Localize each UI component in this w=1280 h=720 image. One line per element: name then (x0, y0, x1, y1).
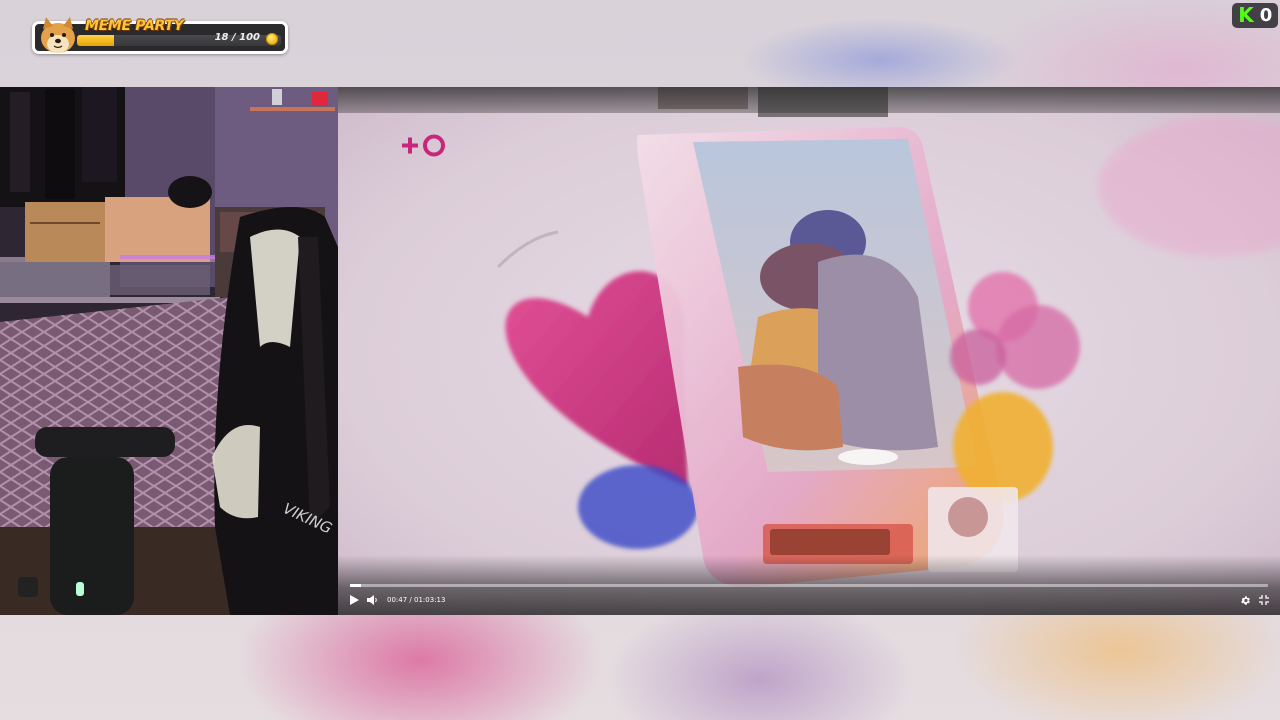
meme-party-widget: MEME PARTY 18 / 100 (32, 17, 288, 54)
webcam-scene: VIKING (0, 87, 338, 615)
stream-overlay: MEME PARTY 18 / 100 K 0 VIKING 00:47 / 0… (0, 0, 1280, 720)
play-icon (349, 595, 359, 605)
kick-logo-icon: K (1238, 3, 1254, 27)
video-player[interactable]: 00:47 / 01:03:13 (338, 87, 1280, 615)
webcam-feed: VIKING (0, 87, 338, 615)
kick-count: 0 (1259, 5, 1273, 26)
time-separator: / (409, 596, 412, 604)
volume-icon (367, 595, 377, 605)
doge-icon (41, 17, 75, 53)
meme-count: 18 / 100 (214, 32, 260, 43)
player-top-bar (338, 87, 1280, 113)
duration: 01:03:13 (414, 596, 446, 604)
exit-fullscreen-icon (1259, 595, 1269, 605)
volume-button[interactable] (366, 593, 379, 607)
video-frame (338, 87, 1280, 615)
gear-icon (1240, 595, 1250, 605)
play-button[interactable] (348, 593, 360, 607)
seek-bar[interactable] (350, 584, 1268, 587)
coin-icon (266, 33, 278, 45)
meme-party-title: MEME PARTY (85, 18, 184, 34)
current-time: 00:47 (387, 596, 408, 604)
seek-bar-played (350, 584, 362, 587)
exit-fullscreen-button[interactable] (1257, 593, 1271, 607)
kick-viewer-badge: K 0 (1232, 3, 1278, 28)
plus-ring-icon (402, 134, 445, 157)
time-display: 00:47 / 01:03:13 (387, 595, 445, 605)
settings-button[interactable] (1238, 593, 1252, 607)
meme-progress-fill (77, 35, 114, 46)
